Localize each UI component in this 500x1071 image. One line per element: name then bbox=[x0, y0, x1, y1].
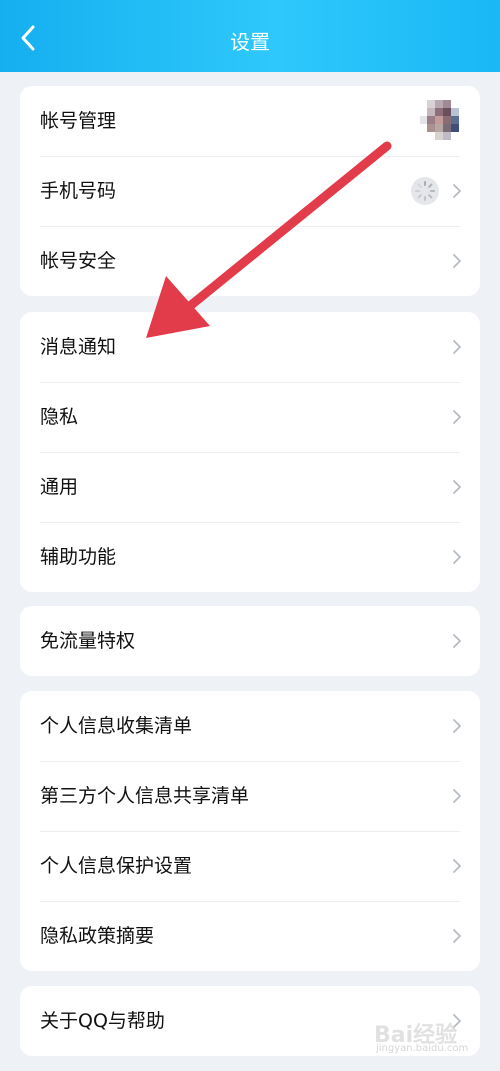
chevron-right-icon bbox=[453, 929, 461, 943]
loading-spinner-icon bbox=[411, 177, 439, 205]
row-label: 消息通知 bbox=[40, 336, 117, 358]
row-label: 帐号管理 bbox=[40, 110, 117, 132]
title-bar: 设置 bbox=[0, 0, 500, 72]
settings-row-free-data-privilege[interactable]: 免流量特权 bbox=[20, 606, 480, 676]
row-label: 手机号码 bbox=[40, 180, 117, 202]
watermark-url: jingyan.baidu.com bbox=[376, 1043, 469, 1054]
settings-row-account-security[interactable]: 帐号安全 bbox=[20, 226, 480, 296]
chevron-right-icon bbox=[453, 410, 461, 424]
chevron-right-icon bbox=[453, 859, 461, 873]
settings-row-notifications[interactable]: 消息通知 bbox=[20, 312, 480, 382]
settings-row-general[interactable]: 通用 bbox=[20, 452, 480, 522]
row-label: 隐私 bbox=[40, 406, 79, 428]
row-label: 个人信息收集清单 bbox=[40, 715, 193, 737]
row-label: 通用 bbox=[40, 476, 79, 498]
settings-row-privacy[interactable]: 隐私 bbox=[20, 382, 480, 452]
back-button[interactable] bbox=[8, 18, 48, 58]
chevron-right-icon bbox=[453, 480, 461, 494]
row-label: 帐号安全 bbox=[40, 250, 117, 272]
general-card: 消息通知 隐私 通用 辅助功能 bbox=[20, 312, 480, 592]
row-label: 辅助功能 bbox=[40, 546, 117, 568]
personal-info-card: 个人信息收集清单 第三方个人信息共享清单 个人信息保护设置 隐私政策摘要 bbox=[20, 691, 480, 971]
settings-row-account-management[interactable]: 帐号管理 bbox=[20, 86, 480, 156]
data-privilege-card: 免流量特权 bbox=[20, 606, 480, 676]
baidu-jingyan-watermark: Bai经验 jingyan.baidu.com bbox=[374, 1013, 494, 1061]
pixelated-avatar-icon bbox=[420, 100, 462, 142]
chevron-right-icon bbox=[453, 254, 461, 268]
row-label: 关于QQ与帮助 bbox=[40, 1010, 165, 1032]
chevron-left-icon bbox=[21, 25, 35, 51]
avatar bbox=[420, 100, 462, 142]
row-label: 第三方个人信息共享清单 bbox=[40, 785, 250, 807]
row-label: 个人信息保护设置 bbox=[40, 855, 193, 877]
settings-row-privacy-policy-summary[interactable]: 隐私政策摘要 bbox=[20, 901, 480, 971]
chevron-right-icon bbox=[453, 550, 461, 564]
chevron-right-icon bbox=[453, 719, 461, 733]
chevron-right-icon bbox=[453, 634, 461, 648]
chevron-right-icon bbox=[453, 340, 461, 354]
row-label: 隐私政策摘要 bbox=[40, 925, 155, 947]
row-label: 免流量特权 bbox=[40, 630, 136, 652]
settings-row-info-protection-settings[interactable]: 个人信息保护设置 bbox=[20, 831, 480, 901]
account-card: 帐号管理 手机号码 帐号安全 bbox=[20, 86, 480, 296]
chevron-right-icon bbox=[453, 789, 461, 803]
settings-row-accessibility[interactable]: 辅助功能 bbox=[20, 522, 480, 592]
chevron-right-icon bbox=[453, 184, 461, 198]
settings-row-third-party-sharing-list[interactable]: 第三方个人信息共享清单 bbox=[20, 761, 480, 831]
page-title: 设置 bbox=[230, 30, 270, 54]
settings-row-phone-number[interactable]: 手机号码 bbox=[20, 156, 480, 226]
settings-row-info-collection-list[interactable]: 个人信息收集清单 bbox=[20, 691, 480, 761]
